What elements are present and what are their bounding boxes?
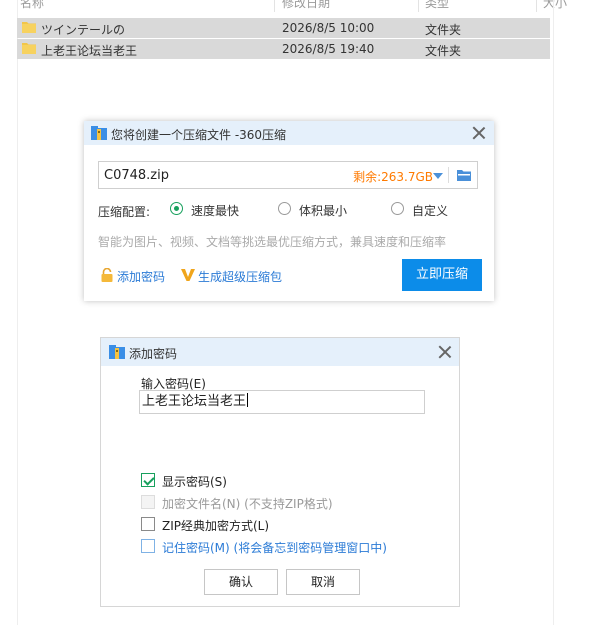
file-name: 上老王论坛当老王	[41, 44, 138, 58]
free-space-text: 剩余:263.7GB	[353, 170, 433, 184]
add-password-dialog: 添加密码 输入密码(E) 上老王论坛当老王 显示密码(S) 加密文件名(N) (…	[100, 337, 460, 607]
checkbox-box	[141, 473, 155, 487]
checkbox-label: 记住密码(M) (将会备忘到密码管理窗口中)	[162, 541, 387, 555]
column-date[interactable]: 修改日期	[282, 0, 330, 11]
checkbox-label: 加密文件名(N) (不支持ZIP格式)	[162, 497, 333, 511]
dialog-title: 添加密码	[129, 347, 178, 361]
column-name[interactable]: 名称	[20, 0, 44, 11]
compress-config-label: 压缩配置:	[98, 205, 151, 219]
cancel-button[interactable]: 取消	[286, 569, 360, 595]
add-password-label: 添加密码	[117, 270, 166, 284]
radio-label: 自定义	[412, 204, 449, 218]
360zip-icon	[91, 126, 107, 140]
super-package-label: 生成超级压缩包	[198, 270, 283, 284]
v-badge-icon	[181, 268, 195, 282]
radio-circle	[170, 202, 183, 215]
password-input[interactable]: 上老王论坛当老王	[139, 390, 425, 414]
close-icon[interactable]	[472, 126, 486, 140]
compress-now-button[interactable]: 立即压缩	[402, 259, 482, 291]
checkbox-box	[141, 495, 155, 509]
checkbox-box	[141, 517, 155, 531]
file-row[interactable]: 上老王论坛当老王 2026/8/5 19:40 文件夹	[17, 39, 550, 59]
compress-dialog: 您将创建一个压缩文件 -360压缩 C0748.zip 剩余:263.7GB 压…	[84, 121, 494, 301]
archive-path-field[interactable]: C0748.zip 剩余:263.7GB	[98, 161, 478, 189]
file-row[interactable]: ツインテールの 2026/8/5 10:00 文件夹	[17, 18, 550, 38]
text-caret	[247, 393, 249, 407]
checkbox-box	[141, 539, 155, 553]
file-name: ツインテールの	[41, 23, 126, 37]
checkbox-label: 显示密码(S)	[162, 475, 227, 489]
folder-icon	[22, 21, 36, 33]
column-size[interactable]: 大小	[543, 0, 567, 11]
radio-label: 体积最小	[299, 204, 348, 218]
password-value: 上老王论坛当老王	[142, 394, 247, 409]
360zip-icon	[109, 345, 125, 359]
title-bar: 添加密码	[101, 338, 459, 366]
column-type[interactable]: 类型	[425, 0, 449, 11]
dialog-title: 您将创建一个压缩文件 -360压缩	[111, 128, 287, 142]
lock-icon	[100, 267, 114, 282]
archive-filename[interactable]: C0748.zip	[104, 168, 169, 183]
radio-circle	[278, 202, 291, 215]
compress-hint: 智能为图片、视频、文档等挑选最优压缩方式，兼具速度和压缩率	[98, 235, 447, 249]
radio-circle	[391, 202, 404, 215]
column-header: 名称 修改日期 类型 大小	[0, 0, 610, 12]
browse-folder-icon[interactable]	[457, 169, 471, 181]
folder-icon	[22, 42, 36, 54]
file-date: 2026/8/5 10:00	[282, 21, 375, 35]
radio-label: 速度最快	[191, 204, 240, 218]
file-type: 文件夹	[425, 23, 462, 37]
file-type: 文件夹	[425, 44, 462, 58]
title-bar: 您将创建一个压缩文件 -360压缩	[84, 121, 494, 145]
checkbox-label: ZIP经典加密方式(L)	[162, 519, 270, 533]
file-date: 2026/8/5 19:40	[282, 42, 375, 56]
chevron-down-icon[interactable]	[433, 173, 443, 179]
ok-button[interactable]: 确认	[204, 569, 278, 595]
close-icon[interactable]	[438, 345, 452, 359]
